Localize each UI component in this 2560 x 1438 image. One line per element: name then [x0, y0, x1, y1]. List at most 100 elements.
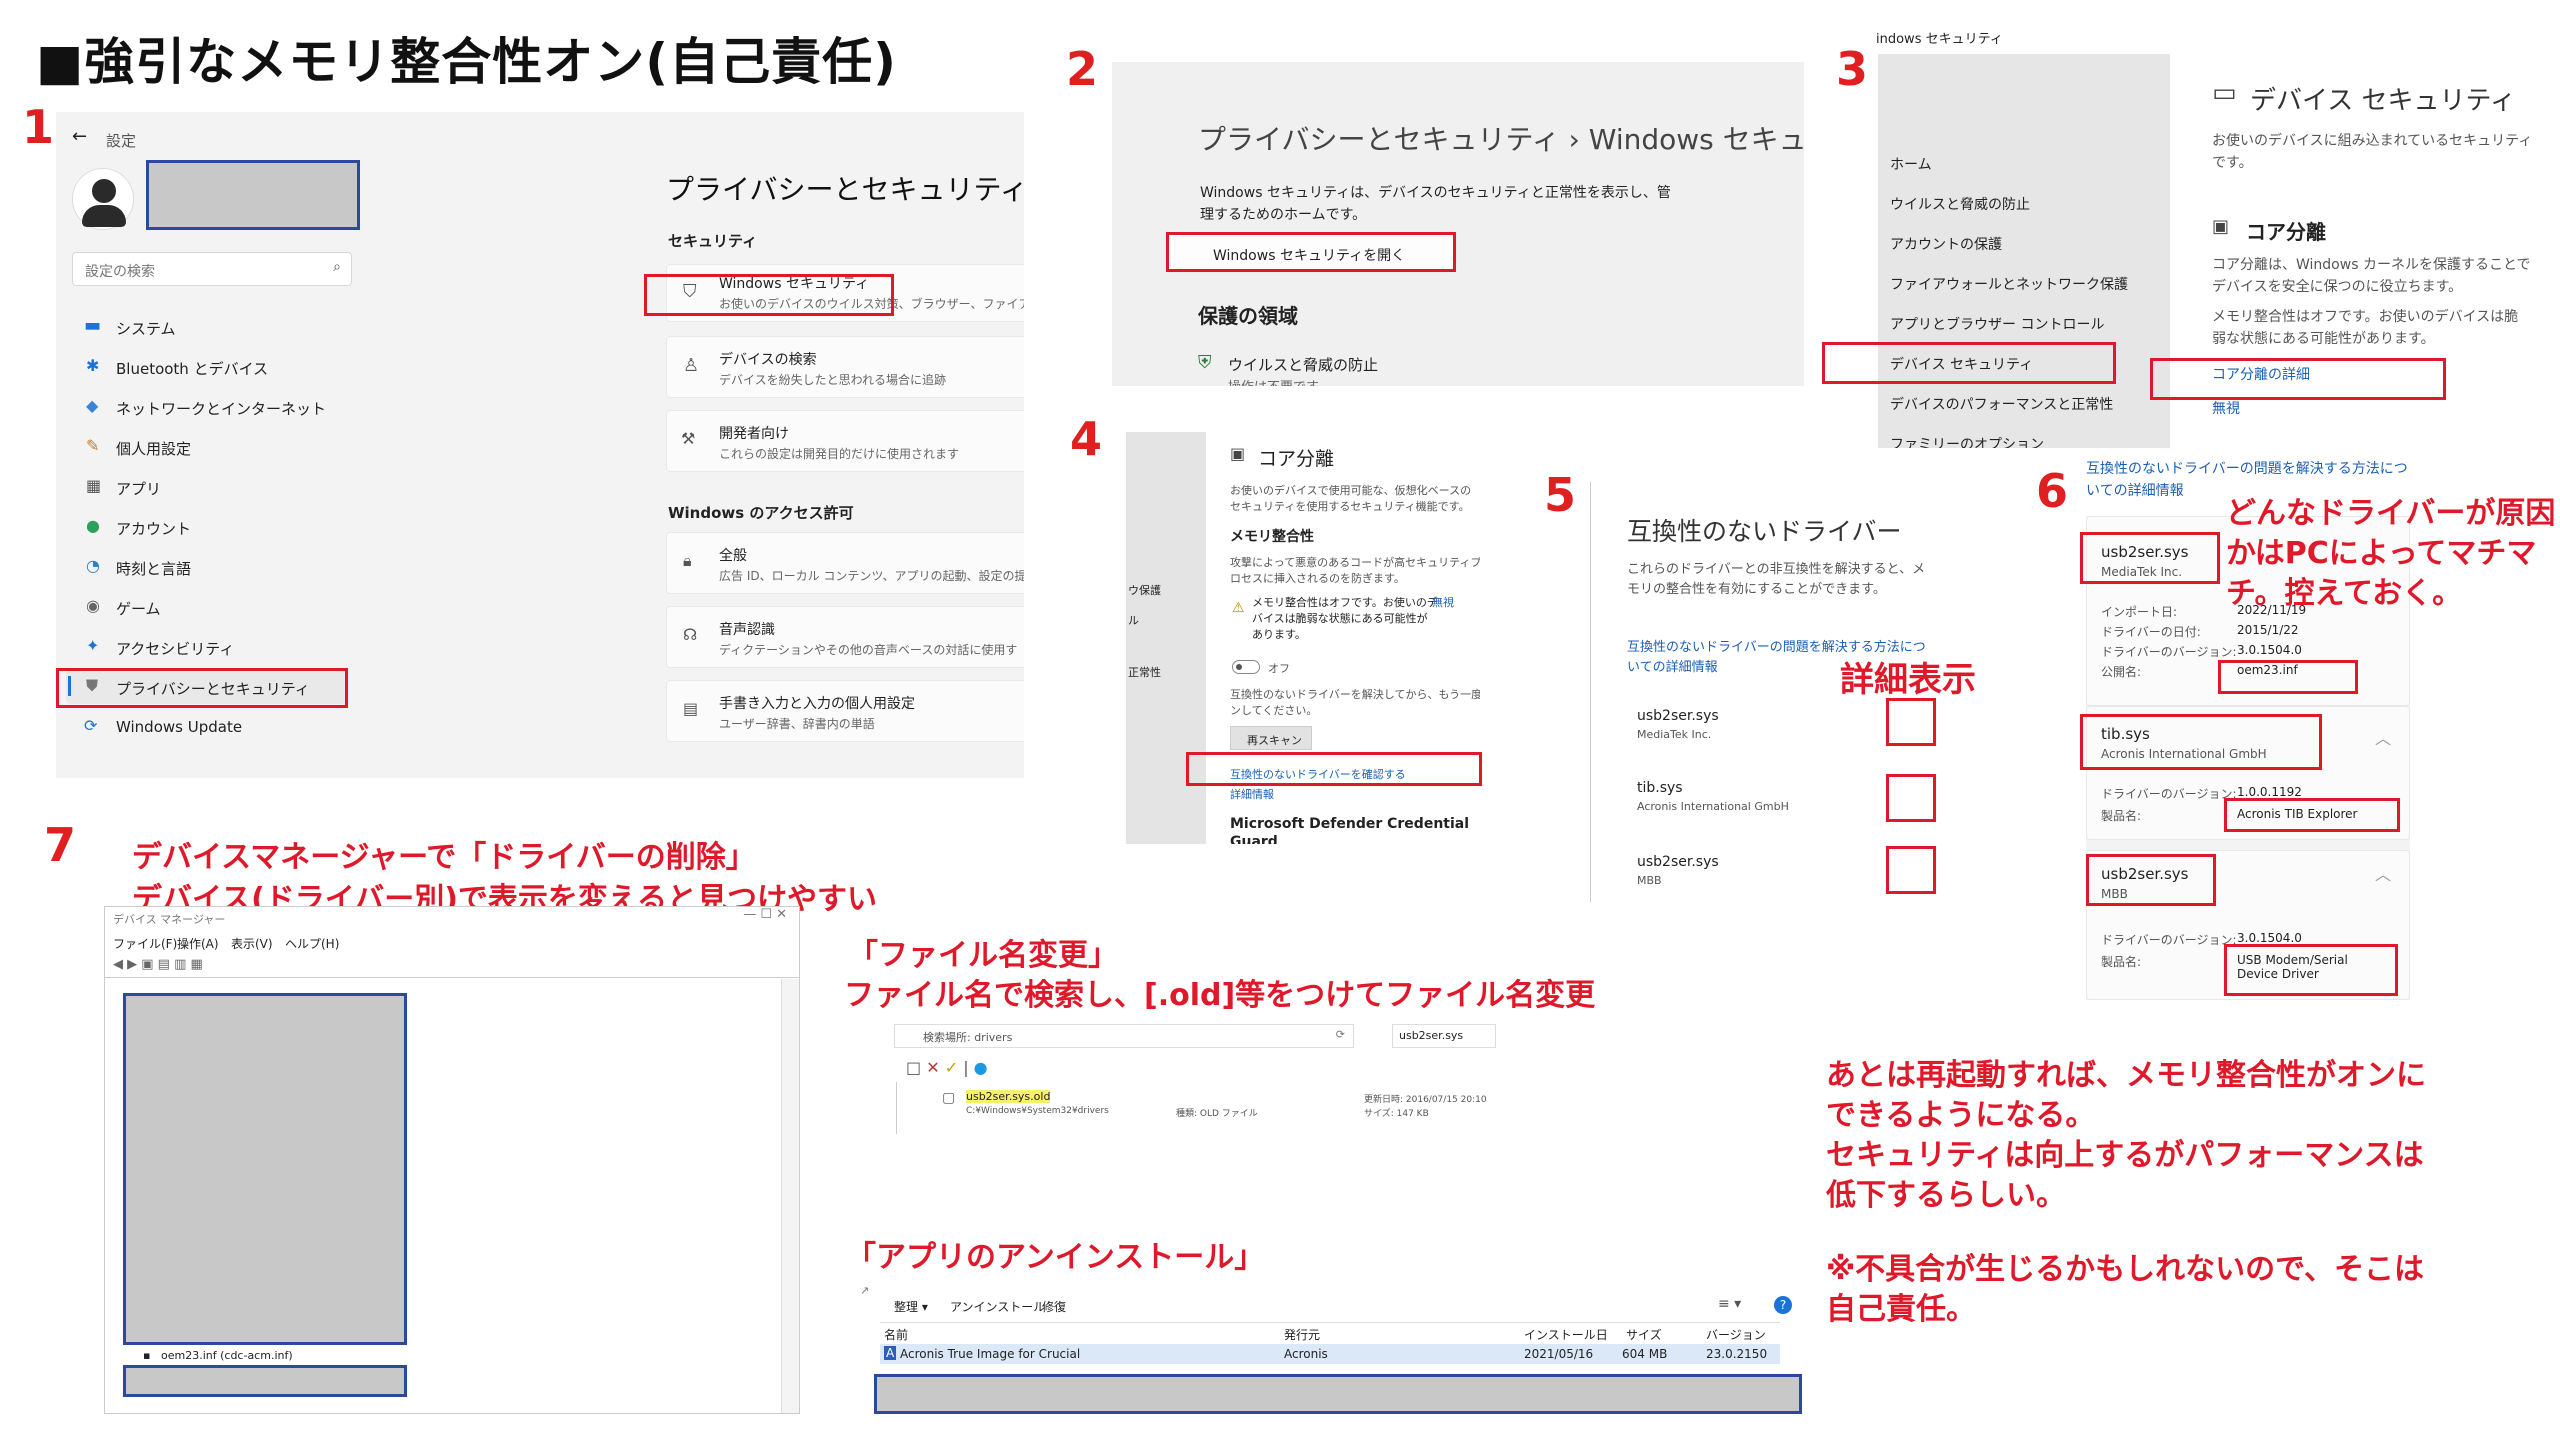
col-size[interactable]: サイズ	[1626, 1326, 1662, 1343]
expand-driver-3[interactable]	[1886, 846, 1936, 894]
item-desc: デバイスを紛失したと思われる場合に追跡	[719, 373, 947, 387]
details-link[interactable]: 詳細情報	[1230, 786, 1274, 802]
expand-driver-2[interactable]	[1886, 774, 1936, 822]
col-install-date[interactable]: インストール日	[1524, 1326, 1608, 1343]
nav-apps[interactable]: アプリ	[116, 478, 161, 499]
search-icon: ⌕	[333, 259, 341, 275]
tools-icon: ⚒	[681, 429, 696, 448]
nav-app-browser[interactable]: アプリとブラウザー コントロール	[1890, 314, 2104, 334]
ignore-link[interactable]: 無視	[1432, 594, 1454, 610]
open-windows-security-button[interactable]: Windows セキュリティを開く	[1166, 232, 1456, 272]
account-icon: ●	[86, 516, 100, 535]
highlight-device-security	[1822, 342, 2116, 384]
ignore-link[interactable]: 無視	[2212, 398, 2240, 418]
protect-heading: 保護の領域	[1198, 304, 1298, 328]
toggle-state: オフ	[1268, 662, 1290, 675]
step-5-number: 5	[1544, 468, 1577, 522]
highlight-card1-name	[2080, 532, 2220, 584]
nav-family[interactable]: ファミリーのオプション	[1890, 434, 2044, 448]
help-link-2[interactable]: いての詳細情報	[1627, 656, 1718, 675]
breadcrumb: プライバシーとセキュリティ › Windows セキュリティ	[1198, 123, 1804, 156]
chevron-up-icon[interactable]: ︿	[2375, 725, 2391, 749]
nav-bluetooth[interactable]: Bluetooth とデバイス	[116, 358, 268, 379]
table-row[interactable]: A Acronis True Image for Crucial Acronis…	[880, 1344, 1780, 1364]
item-speech[interactable]: ☊ 音声認識 ディクテーションやその他の音声ベースの対話に使用す	[666, 606, 1024, 668]
scrollbar[interactable]	[781, 979, 799, 1413]
file-name[interactable]: usb2ser.sys.old	[966, 1090, 1051, 1103]
expand-driver-1[interactable]	[1886, 698, 1936, 746]
col-publisher[interactable]: 発行元	[1284, 1326, 1320, 1343]
col-version[interactable]: バージョン	[1706, 1326, 1766, 1343]
memory-integrity-toggle[interactable]	[1232, 660, 1260, 674]
item-title: 手書き入力と入力の個人用設定	[719, 696, 915, 712]
search-input[interactable]: 設定の検索 ⌕	[72, 252, 352, 286]
chip-icon: ▣	[2212, 216, 2230, 237]
help-link-1[interactable]: 互換性のないドライバーの問題を解決する方法につ	[2086, 458, 2408, 478]
core-desc-1: コア分離は、Windows カーネルを保護することで	[2212, 257, 2531, 273]
settings-window: ← 設定 設定の検索 ⌕ ▬ システム ✱ Bluetooth とデバイス ◆ …	[56, 112, 1024, 778]
desc-1: お使いのデバイスで使用可能な、仮想化ベースの	[1230, 484, 1472, 497]
nav-virus[interactable]: ウイルスと脅威の防止	[1890, 194, 2030, 214]
content-heading: プライバシーとセキュリティ	[666, 173, 1024, 206]
program-list-redacted	[874, 1374, 1802, 1414]
address-bar[interactable]: 検索場所: drivers ⟳	[894, 1024, 1354, 1048]
menu-help[interactable]: ヘルプ(H)	[285, 935, 339, 952]
warning-icon: ⚠	[1232, 600, 1245, 616]
search-box[interactable]: usb2ser.sys	[1392, 1024, 1496, 1048]
nav-personalization[interactable]: 個人用設定	[116, 438, 191, 459]
nav-windows-update[interactable]: Windows Update	[116, 718, 242, 736]
item-find-device[interactable]: ♙ デバイスの検索 デバイスを紛失したと思われる場合に追跡	[666, 336, 1024, 398]
nav-time-language[interactable]: 時刻と言語	[116, 558, 191, 579]
oem-driver-item[interactable]: oem23.inf (cdc-acm.inf)	[161, 1349, 293, 1362]
driver-name: usb2ser.sys	[1637, 854, 1719, 870]
device-tree-redacted	[123, 993, 407, 1345]
final-line-5: ※不具合が生じるかもしれないので、そこは	[1826, 1252, 2424, 1287]
search-placeholder: 設定の検索	[85, 264, 155, 280]
virus-protection[interactable]: ウイルスと脅威の防止	[1228, 354, 1378, 375]
core-desc-2: デバイスを安全に保つのに役立ちます。	[2212, 279, 2463, 295]
search-value: usb2ser.sys	[1399, 1029, 1464, 1042]
rescan-button[interactable]: 再スキャン	[1230, 726, 1312, 750]
repair-button[interactable]: 修復	[1042, 1298, 1066, 1315]
system-icon: ▬	[84, 315, 102, 336]
menu-action[interactable]: 操作(A)	[177, 935, 219, 952]
organize-menu[interactable]: 整理 ▾	[894, 1298, 928, 1315]
window-controls[interactable]: — ☐ ✕	[743, 907, 787, 922]
incompat-1: 互換性のないドライバーを解決してから、もう一度スキャ	[1230, 688, 1480, 701]
help-icon[interactable]: ?	[1774, 1296, 1792, 1314]
nav-accessibility[interactable]: アクセシビリティ	[116, 638, 234, 659]
step-1-number: 1	[22, 100, 55, 154]
nav-device-performance[interactable]: デバイスのパフォーマンスと正常性	[1890, 394, 2113, 414]
nav-network[interactable]: ネットワークとインターネット	[116, 398, 326, 419]
step-4-number: 4	[1070, 412, 1103, 466]
nav-account-protection[interactable]: アカウントの保護	[1890, 234, 2002, 254]
incompat-2: ンしてください。	[1230, 704, 1318, 717]
desc-2: セキュリティを使用するセキュリティ機能です。	[1230, 500, 1470, 513]
nav-system[interactable]: システム	[116, 318, 176, 339]
nav-home[interactable]: ホーム	[1890, 154, 1932, 174]
nav-firewall[interactable]: ファイアウォールとネットワーク保護	[1890, 274, 2128, 294]
highlight-check-drivers	[1186, 752, 1482, 786]
menu-file[interactable]: ファイル(F)	[113, 935, 177, 952]
nav-gaming[interactable]: ゲーム	[116, 598, 161, 619]
uninstall-button[interactable]: アンインストール	[950, 1298, 1045, 1315]
item-general[interactable]: 🔒︎ 全般 広告 ID、ローカル コンテンツ、アプリの起動、設定の提	[666, 532, 1024, 594]
item-developer[interactable]: ⚒ 開発者向け これらの設定は開発目的だけに使用されます	[666, 410, 1024, 472]
incompat-heading: 互換性のないドライバー	[1627, 517, 1902, 546]
toolbar-icons[interactable]: ◀ ▶ ▣ ▤ ▥ ▦	[113, 957, 203, 972]
item-inking[interactable]: ▤ 手書き入力と入力の個人用設定 ユーザー辞書、辞書内の単語	[666, 680, 1024, 742]
toolbar-icons[interactable]: □ ✕ ✓ | ●	[906, 1058, 988, 1077]
back-icon[interactable]: ←	[72, 126, 87, 147]
person-pin-icon: ♙	[683, 355, 700, 376]
view-options-icon[interactable]: ≡ ▾	[1718, 1296, 1741, 1312]
time-language-icon: ◔	[86, 556, 100, 575]
menu-view[interactable]: 表示(V)	[231, 935, 273, 952]
help-link-2[interactable]: いての詳細情報	[2086, 480, 2184, 500]
driver-name: usb2ser.sys	[1637, 708, 1719, 724]
col-name[interactable]: 名前	[884, 1326, 908, 1343]
chevron-up-icon[interactable]: ︿	[2375, 861, 2391, 885]
highlight-card3-product	[2224, 944, 2398, 996]
nav-accounts[interactable]: アカウント	[116, 518, 191, 539]
rename-title: 「ファイル名変更」	[848, 938, 1118, 973]
refresh-icon[interactable]: ⟳	[1336, 1028, 1345, 1041]
